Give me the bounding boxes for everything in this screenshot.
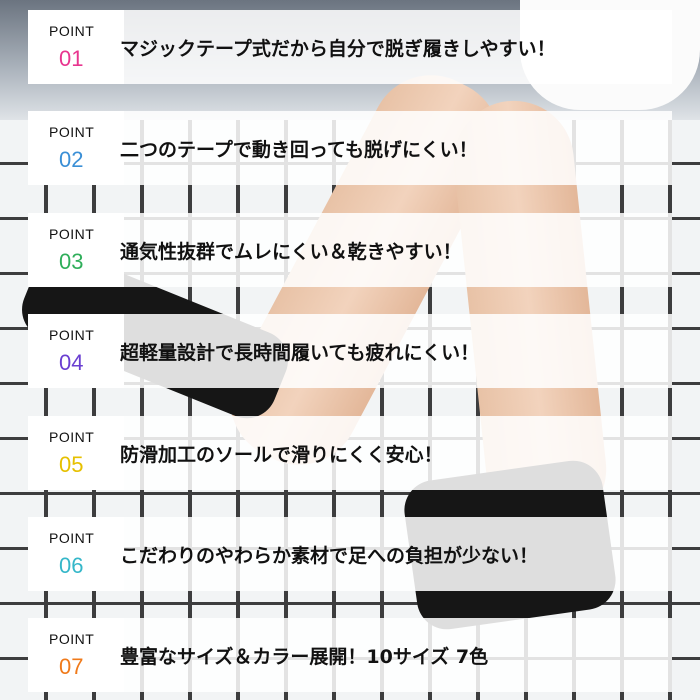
- point-label: POINT: [49, 631, 95, 647]
- point-card-04: POINT 04 超軽量設計で長時間履いても疲れにくい！: [28, 314, 672, 388]
- point-badge: POINT 02: [28, 111, 124, 185]
- point-card-03: POINT 03 通気性抜群でムレにくい＆乾きやすい！: [28, 213, 672, 287]
- point-number: 05: [59, 452, 84, 477]
- point-label: POINT: [49, 327, 95, 343]
- point-badge: POINT 01: [28, 10, 124, 84]
- point-label: POINT: [49, 124, 95, 140]
- point-text: 豊富なサイズ＆カラー展開！10サイズ 7色: [120, 645, 489, 668]
- point-text: マジックテープ式だから自分で脱ぎ履きしやすい！: [120, 37, 556, 60]
- point-badge: POINT 05: [28, 416, 124, 490]
- point-text: 防滑加工のソールで滑りにくく安心！: [120, 443, 443, 466]
- point-card-01: POINT 01 マジックテープ式だから自分で脱ぎ履きしやすい！: [28, 10, 672, 84]
- point-label: POINT: [49, 226, 95, 242]
- point-badge: POINT 04: [28, 314, 124, 388]
- point-text: 通気性抜群でムレにくい＆乾きやすい！: [120, 240, 462, 263]
- point-text: 超軽量設計で長時間履いても疲れにくい！: [120, 341, 480, 364]
- point-badge: POINT 03: [28, 213, 124, 287]
- point-card-07: POINT 07 豊富なサイズ＆カラー展開！10サイズ 7色: [28, 618, 672, 692]
- point-text: こだわりのやわらか素材で足への負担が少ない！: [120, 544, 539, 567]
- point-text: 二つのテープで動き回っても脱げにくい！: [120, 138, 478, 161]
- point-number: 06: [59, 553, 84, 578]
- point-number: 01: [59, 46, 84, 71]
- point-card-06: POINT 06 こだわりのやわらか素材で足への負担が少ない！: [28, 517, 672, 591]
- point-number: 04: [59, 350, 84, 375]
- point-label: POINT: [49, 429, 95, 445]
- point-badge: POINT 06: [28, 517, 124, 591]
- point-label: POINT: [49, 23, 95, 39]
- point-number: 03: [59, 249, 84, 274]
- point-card-05: POINT 05 防滑加工のソールで滑りにくく安心！: [28, 416, 672, 490]
- point-number: 07: [59, 654, 84, 679]
- point-label: POINT: [49, 530, 95, 546]
- point-badge: POINT 07: [28, 618, 124, 692]
- point-card-02: POINT 02 二つのテープで動き回っても脱げにくい！: [28, 111, 672, 185]
- point-number: 02: [59, 147, 84, 172]
